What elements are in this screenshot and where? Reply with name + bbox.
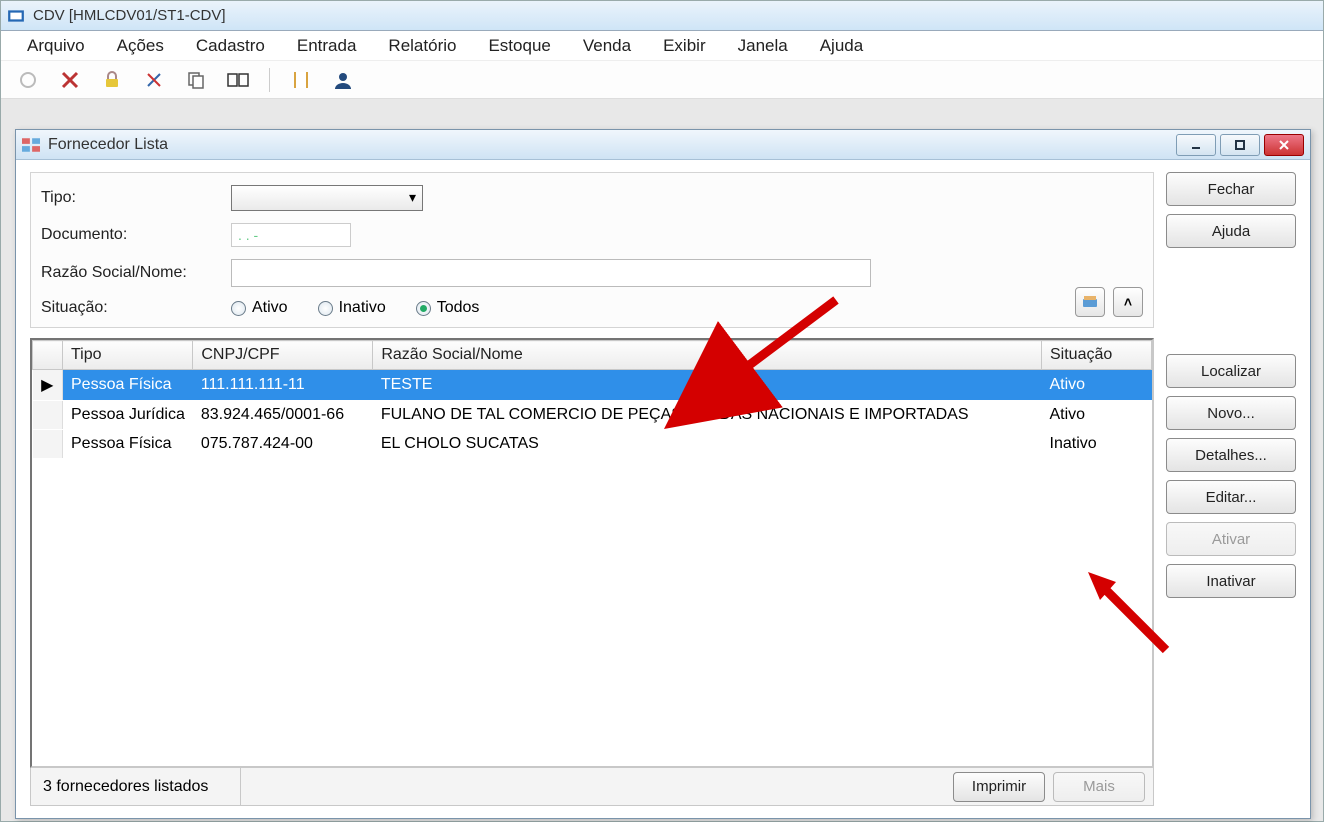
localizar-button[interactable]: Localizar [1166, 354, 1296, 388]
results-grid[interactable]: Tipo CNPJ/CPF Razão Social/Nome Situação… [30, 338, 1154, 768]
cell-razao: EL CHOLO SUCATAS [373, 430, 1042, 459]
close-button[interactable] [1264, 134, 1304, 156]
cell-sit: Ativo [1042, 370, 1152, 401]
menu-ajuda[interactable]: Ajuda [804, 32, 879, 60]
fornecedor-lista-window: Fornecedor Lista Tipo: Documento: [15, 129, 1311, 819]
modal-title: Fornecedor Lista [48, 136, 168, 154]
cell-razao: TESTE [373, 370, 1042, 401]
radio-ativo-label: Ativo [252, 299, 288, 317]
menu-relatorio[interactable]: Relatório [372, 32, 472, 60]
toolbar-separator [269, 68, 270, 92]
app-titlebar: CDV [HMLCDV01/ST1-CDV] [1, 1, 1323, 31]
table-row[interactable]: Pessoa Jurídica83.924.465/0001-66FULANO … [33, 401, 1152, 430]
cell-tipo: Pessoa Física [63, 370, 193, 401]
status-text: 3 fornecedores listados [31, 768, 241, 805]
menu-estoque[interactable]: Estoque [472, 32, 566, 60]
cell-doc: 075.787.424-00 [193, 430, 373, 459]
razao-input[interactable] [231, 259, 871, 287]
col-doc[interactable]: CNPJ/CPF [193, 341, 373, 370]
cell-doc: 111.111.111-11 [193, 370, 373, 401]
toolbar [1, 61, 1323, 99]
situacao-label: Situação: [41, 299, 231, 317]
row-marker [33, 430, 63, 459]
grid-footer: 3 fornecedores listados Imprimir Mais [30, 768, 1154, 806]
app-title: CDV [HMLCDV01/ST1-CDV] [33, 7, 226, 24]
menu-entrada[interactable]: Entrada [281, 32, 373, 60]
row-marker [33, 401, 63, 430]
menu-arquivo[interactable]: Arquivo [11, 32, 101, 60]
col-razao[interactable]: Razão Social/Nome [373, 341, 1042, 370]
toolbar-lock-icon[interactable] [99, 67, 125, 93]
col-situacao[interactable]: Situação [1042, 341, 1152, 370]
toolbar-book-icon[interactable] [288, 67, 314, 93]
filter-panel: Tipo: Documento: . . - Razão Social/Nome… [30, 172, 1154, 328]
collapse-button[interactable]: ˄ [1113, 287, 1143, 317]
clear-filter-button[interactable] [1075, 287, 1105, 317]
documento-input[interactable]: . . - [231, 223, 351, 247]
row-marker: ▶ [33, 370, 63, 401]
radio-todos[interactable]: Todos [416, 299, 480, 317]
menu-cadastro[interactable]: Cadastro [180, 32, 281, 60]
cell-razao: FULANO DE TAL COMERCIO DE PEÇAS USADAS N… [373, 401, 1042, 430]
cell-sit: Inativo [1042, 430, 1152, 459]
editar-button[interactable]: Editar... [1166, 480, 1296, 514]
menubar: Arquivo Ações Cadastro Entrada Relatório… [1, 31, 1323, 61]
imprimir-button[interactable]: Imprimir [953, 772, 1045, 802]
razao-label: Razão Social/Nome: [41, 264, 231, 282]
menu-venda[interactable]: Venda [567, 32, 647, 60]
menu-exibir[interactable]: Exibir [647, 32, 722, 60]
cell-tipo: Pessoa Física [63, 430, 193, 459]
ajuda-button[interactable]: Ajuda [1166, 214, 1296, 248]
novo-button[interactable]: Novo... [1166, 396, 1296, 430]
app-window: CDV [HMLCDV01/ST1-CDV] Arquivo Ações Cad… [0, 0, 1324, 822]
toolbar-user-icon[interactable] [330, 67, 356, 93]
modal-titlebar[interactable]: Fornecedor Lista [16, 130, 1310, 160]
table-row[interactable]: Pessoa Física075.787.424-00EL CHOLO SUCA… [33, 430, 1152, 459]
side-buttons: Fechar Ajuda Localizar Novo... Detalhes.… [1166, 172, 1296, 806]
cell-sit: Ativo [1042, 401, 1152, 430]
cell-tipo: Pessoa Jurídica [63, 401, 193, 430]
minimize-button[interactable] [1176, 134, 1216, 156]
radio-todos-label: Todos [437, 299, 480, 317]
inativar-button[interactable]: Inativar [1166, 564, 1296, 598]
fechar-button[interactable]: Fechar [1166, 172, 1296, 206]
col-tipo[interactable]: Tipo [63, 341, 193, 370]
app-icon [7, 7, 25, 25]
grid-rowheader-col [33, 341, 63, 370]
table-row[interactable]: ▶Pessoa Física111.111.111-11TESTEAtivo [33, 370, 1152, 401]
workspace: Fornecedor Lista Tipo: Documento: [1, 99, 1323, 821]
maximize-button[interactable] [1220, 134, 1260, 156]
ativar-button[interactable]: Ativar [1166, 522, 1296, 556]
mais-button[interactable]: Mais [1053, 772, 1145, 802]
tipo-dropdown[interactable] [231, 185, 423, 211]
documento-label: Documento: [41, 226, 231, 244]
toolbar-swap-icon[interactable] [225, 67, 251, 93]
toolbar-copy-icon[interactable] [183, 67, 209, 93]
toolbar-tools-icon[interactable] [57, 67, 83, 93]
radio-inativo-label: Inativo [339, 299, 386, 317]
radio-inativo[interactable]: Inativo [318, 299, 386, 317]
form-icon [22, 137, 40, 153]
toolbar-settings-icon[interactable] [141, 67, 167, 93]
radio-ativo[interactable]: Ativo [231, 299, 288, 317]
toolbar-btn-1[interactable] [15, 67, 41, 93]
tipo-label: Tipo: [41, 189, 231, 207]
menu-janela[interactable]: Janela [722, 32, 804, 60]
menu-acoes[interactable]: Ações [101, 32, 180, 60]
detalhes-button[interactable]: Detalhes... [1166, 438, 1296, 472]
cell-doc: 83.924.465/0001-66 [193, 401, 373, 430]
